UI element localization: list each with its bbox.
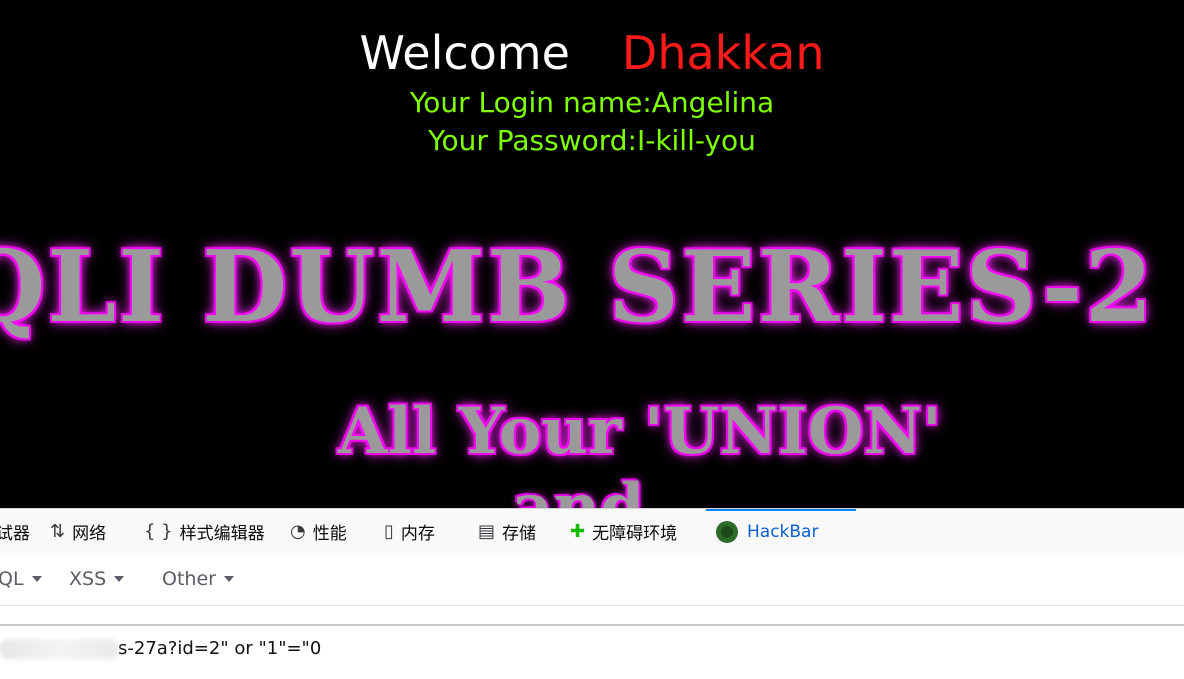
other-menu[interactable]: Other [162,553,234,605]
tab-storage[interactable]: ▤ 存储 [478,509,536,553]
series-banner: QLI DUMB SERIES-2 " [0,230,1184,345]
chevron-down-icon [31,576,42,582]
menu-label: QL [0,568,24,590]
sqli-page: Welcome Dhakkan Your Login name:Angelina … [0,0,1184,508]
tab-label: 样式编辑器 [179,523,265,544]
redacted-url-segment [0,639,118,659]
username-text: Dhakkan [621,26,825,80]
login-name-line: Your Login name:Angelina [409,86,775,119]
url-textarea[interactable]: s-27a?id=2" or "1"="0 [0,624,1184,679]
tab-label: 存储 [502,523,537,544]
performance-icon: ◔ [290,520,306,542]
tab-label: 内存 [400,523,435,544]
tab-debugger[interactable]: 试器 [0,509,30,553]
tab-network[interactable]: ⇅ 网络 [50,509,106,553]
url-text: s-27a?id=2" or "1"="0 [118,638,322,659]
tab-style-editor[interactable]: { } 样式编辑器 [144,509,265,553]
devtools-tabbar: 试器 ⇅ 网络 { } 样式编辑器 ◔ 性能 ▯ 内存 ▤ 存储 ✚ 无障碍环境… [0,508,1184,554]
hackbar-menubar: QL XSS Other [0,553,1184,606]
xss-menu[interactable]: XSS [69,553,125,605]
welcome-text: Welcome [359,26,570,80]
menu-label: Other [162,568,216,590]
storage-icon: ▤ [478,520,496,542]
password-line: Your Password:I-kill-you [428,124,756,157]
chevron-down-icon [223,576,234,582]
tab-label: HackBar [747,522,819,542]
tab-hackbar[interactable]: HackBar [706,509,857,553]
tab-label: 试器 [0,523,30,544]
menu-label: XSS [69,568,107,590]
accessibility-icon: ✚ [570,520,586,542]
network-icon: ⇅ [50,520,66,542]
style-editor-icon: { } [144,520,173,542]
tab-memory[interactable]: ▯ 内存 [384,509,435,553]
union-banner: All Your 'UNION' [338,394,942,469]
tab-accessibility[interactable]: ✚ 无障碍环境 [570,509,677,553]
memory-icon: ▯ [384,520,394,542]
hackbar-icon [716,521,738,543]
sql-menu[interactable]: QL [0,553,42,605]
tab-label: 性能 [312,523,347,544]
url-value: s-27a?id=2" or "1"="0 [0,638,321,659]
chevron-down-icon [114,576,125,582]
and-banner: and [512,470,645,508]
welcome-heading: Welcome Dhakkan [0,24,1184,82]
tab-performance[interactable]: ◔ 性能 [290,509,347,553]
devtools-panel: 试器 ⇅ 网络 { } 样式编辑器 ◔ 性能 ▯ 内存 ▤ 存储 ✚ 无障碍环境… [0,508,1184,679]
tab-label: 无障碍环境 [592,523,678,544]
tab-label: 网络 [72,523,107,544]
